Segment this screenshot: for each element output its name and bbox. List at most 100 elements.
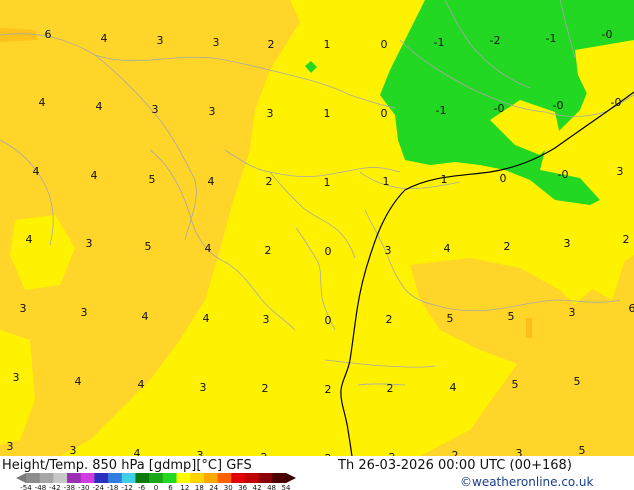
colorbar-tick-label: 24 <box>209 484 218 490</box>
colorbar-tick-label: 6 <box>168 484 173 490</box>
map-title: Height/Temp. 850 hPa [gdmp][°C] GFS <box>2 458 252 473</box>
temperature-label: 4 <box>101 32 108 45</box>
colorbar-cell <box>258 473 273 483</box>
temperature-label: 0 <box>381 38 388 51</box>
colorbar-tick-label: -24 <box>93 484 105 490</box>
temperature-label: 5 <box>579 444 586 456</box>
temperature-label: 3 <box>617 165 624 178</box>
temperature-label: -1 <box>546 32 557 45</box>
colorbar-cell <box>94 473 109 483</box>
temperature-label: -0 <box>553 99 564 112</box>
temperature-label: 4 <box>208 175 215 188</box>
temperature-label: 4 <box>134 447 141 456</box>
colorbar-tick-label: -54 <box>20 484 32 490</box>
temperature-label: 3 <box>209 105 216 118</box>
temperature-label: 3 <box>516 447 523 456</box>
temperature-label: 3 <box>20 302 27 315</box>
temperature-label: 2 <box>452 449 459 456</box>
temperature-label: 3 <box>13 371 20 384</box>
temperature-label: 2 <box>265 244 272 257</box>
colorbar-tick-label: 42 <box>253 484 262 490</box>
colorbar-tick-label: 12 <box>180 484 189 490</box>
temperature-label: 5 <box>149 173 156 186</box>
temperature-label: 2 <box>325 383 332 396</box>
temperature-label: 3 <box>263 313 270 326</box>
temperature-label: 4 <box>138 378 145 391</box>
temperature-label: 0 <box>325 314 332 327</box>
temperature-label: 3 <box>7 440 14 453</box>
temperature-label: 2 <box>504 240 511 253</box>
colorbar-tick-label: 54 <box>282 484 291 490</box>
colorbar-tick-label: -38 <box>64 484 75 490</box>
colorbar-tick-label: -30 <box>78 484 89 490</box>
temperature-label: -1 <box>434 36 445 49</box>
temperature-label: 2 <box>262 382 269 395</box>
colorbar-cell <box>108 473 123 483</box>
colorbar-tick-label: 36 <box>238 484 247 490</box>
colorbar-cell <box>26 473 40 483</box>
colorbar-right-arrow <box>286 473 296 483</box>
temperature-label: 3 <box>569 306 576 319</box>
temperature-label: 3 <box>197 449 204 456</box>
temperature-label: 4 <box>444 242 451 255</box>
temperature-label: -0 <box>494 102 505 115</box>
footer: Height/Temp. 850 hPa [gdmp][°C] GFS Th 2… <box>0 456 634 490</box>
field-golden-nw-cell <box>0 28 38 42</box>
temperature-label: 4 <box>33 165 40 178</box>
colorbar-left-arrow <box>16 473 26 483</box>
temperature-label: 0 <box>500 172 507 185</box>
temperature-label: -0 <box>602 28 613 41</box>
temperature-label: -0 <box>558 168 569 181</box>
temperature-label: 3 <box>81 306 88 319</box>
colorbar-cell <box>272 473 287 483</box>
temperature-label: 0 <box>381 107 388 120</box>
colorbar-cell <box>39 473 54 483</box>
temperature-label: 4 <box>142 310 149 323</box>
temperature-label: 3 <box>157 34 164 47</box>
colorbar-cells <box>26 473 287 483</box>
colorbar-cell <box>80 473 95 483</box>
temperature-label: 1 <box>324 176 331 189</box>
weather-map: 6 4 3 3 2 1 0 -1 -2 -1 -0 4 4 3 3 3 1 0 -1 -0 -0 -0 4 4 5 4 2 1 1 1 0 -… <box>0 0 634 456</box>
colorbar-cell <box>190 473 205 483</box>
temperature-label: 5 <box>447 312 454 325</box>
colorbar-cell <box>203 473 218 483</box>
temperature-label: 3 <box>70 444 77 456</box>
temperature-label: 4 <box>39 96 46 109</box>
temperature-label: 3 <box>385 244 392 257</box>
temperature-label: 1 <box>383 175 390 188</box>
temperature-label: 3 <box>564 237 571 250</box>
credit-link[interactable]: ©weatheronline.co.uk <box>460 475 593 489</box>
temperature-label: 4 <box>450 381 457 394</box>
colorbar-tick-label: -12 <box>121 484 132 490</box>
temperature-label: 3 <box>86 237 93 250</box>
temperature-label: -2 <box>490 34 501 47</box>
colorbar-tick-label: -6 <box>138 484 146 490</box>
temperature-label: 2 <box>266 175 273 188</box>
colorbar-cell <box>176 473 191 483</box>
temperature-label: 3 <box>200 381 207 394</box>
colorbar-tick-label: -42 <box>49 484 60 490</box>
temperature-label: 5 <box>512 378 519 391</box>
colorbar-tick-label: 18 <box>195 484 204 490</box>
colorbar-tick-label: -48 <box>35 484 46 490</box>
temperature-label: 3 <box>267 107 274 120</box>
colorbar-cell <box>53 473 68 483</box>
colorbar-cell <box>244 473 259 483</box>
colorbar-tick-label: 30 <box>224 484 233 490</box>
temperature-label: 4 <box>205 242 212 255</box>
colorbar-ticks: -54 -48 -42 -38 -30 -24 -18 -12 -6 0 6 12 18 24 30 36 42… <box>20 484 291 490</box>
colorbar-tick-label: -18 <box>107 484 118 490</box>
temperature-label: -0 <box>611 96 622 109</box>
colorbar-cell <box>162 473 177 483</box>
temperature-label: 5 <box>508 310 515 323</box>
temperature-label: 6 <box>629 302 634 315</box>
colorbar-cell <box>121 473 136 483</box>
colorbar-cell <box>67 473 82 483</box>
temperature-label: 0 <box>325 245 332 258</box>
colorbar-cell <box>217 473 232 483</box>
colorbar-cell <box>149 473 164 483</box>
temperature-label: 1 <box>441 173 448 186</box>
temperature-label: 2 <box>268 38 275 51</box>
temperature-label: 4 <box>26 233 33 246</box>
